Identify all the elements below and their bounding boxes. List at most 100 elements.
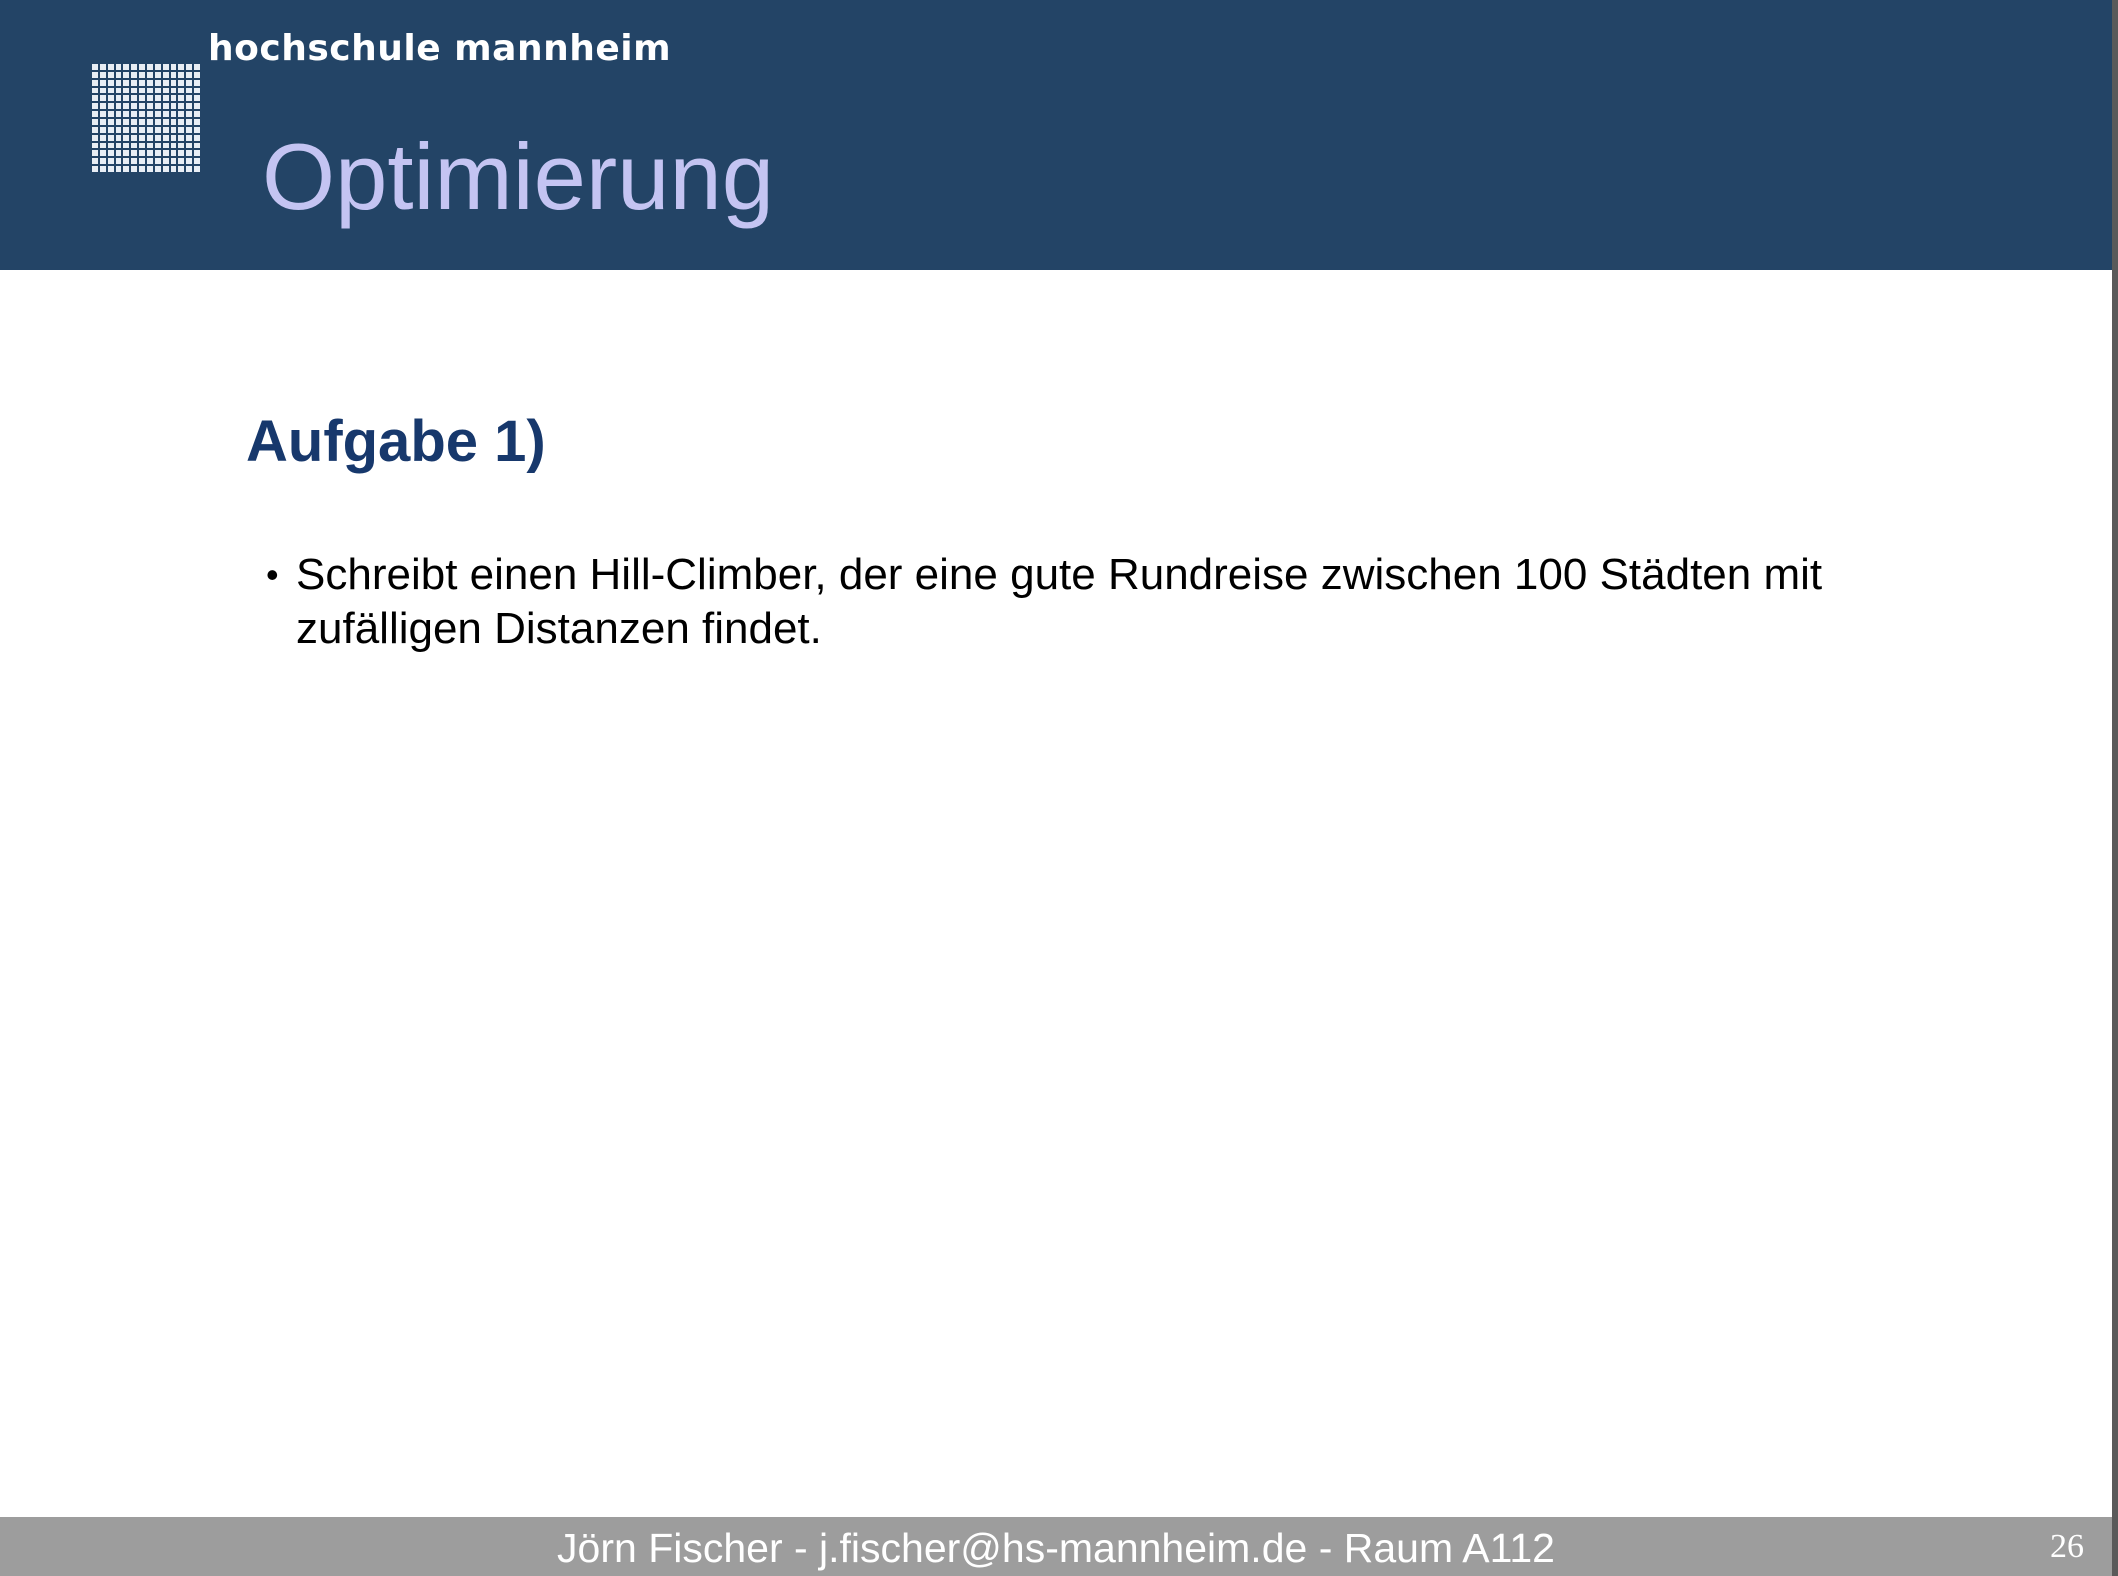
logo-dot [147,166,153,172]
logo-dot [154,142,161,149]
logo-dot [123,87,130,94]
logo-dot [115,95,122,102]
logo-dot [131,166,138,172]
logo-dot [92,158,98,165]
logo-dot [107,166,114,172]
logo-dot [107,134,114,141]
logo-dot [178,95,185,102]
logo-dot [162,87,169,94]
logo-dot [123,111,130,117]
logo-dot [178,166,185,172]
logo-dot [186,95,193,102]
logo-dot [178,103,185,110]
logo-dot [178,142,185,149]
logo-dot [99,158,106,165]
logo-dot [107,103,114,110]
logo-dot [139,134,145,141]
logo-dot [99,111,106,117]
logo-dot [154,95,161,102]
logo-dot [170,79,177,86]
logo-dot [123,119,130,125]
logo-dot [99,103,106,110]
logo-dot [178,71,185,78]
bullet-item: • Schreibt einen Hill-Climber, der eine … [266,548,1906,656]
logo-dot [99,95,106,102]
logo-dot [194,142,200,149]
logo-dot [131,79,138,86]
logo-dot [186,126,193,133]
logo-dot [186,71,193,78]
logo-dot [194,158,200,165]
logo-dot [194,87,200,94]
logo-dot [147,158,153,165]
logo-dot [115,71,122,78]
logo-dot [92,111,98,117]
logo-dot [162,111,169,117]
logo-dot [123,134,130,141]
logo-dot [115,87,122,94]
logo-dot [178,158,185,165]
logo-dot [107,126,114,133]
logo-dot [194,166,200,172]
logo-dot [107,150,114,157]
logo-dot [147,134,153,141]
logo-dot [123,166,130,172]
logo-dot [99,79,106,86]
logo-dot [99,119,106,125]
logo-dot [123,71,130,78]
logo-dot [92,142,98,149]
logo-dot [186,64,193,70]
logo-dot [107,79,114,86]
logo-dot [186,150,193,157]
logo-dot [131,150,138,157]
page-number: 26 [2050,1528,2084,1565]
logo-dot [123,64,130,70]
logo-dot [107,64,114,70]
logo-dot [178,134,185,141]
logo-dot [115,134,122,141]
logo-dot [107,87,114,94]
logo-dot [131,87,138,94]
logo-dot [99,87,106,94]
logo-dot [115,158,122,165]
slide-header: hochschule mannheim Optimierung [0,0,2112,270]
logo-dot [194,79,200,86]
logo-dot [123,142,130,149]
logo-dot [178,111,185,117]
logo-dot [170,126,177,133]
logo-dot [131,95,138,102]
logo-dot [170,95,177,102]
logo-dot [194,150,200,157]
footer-author-info: Jörn Fischer - j.fischer@hs-mannheim.de … [557,1525,1555,1571]
logo-dot [154,150,161,157]
logo-dot [131,103,138,110]
institution-name: hochschule mannheim [208,28,672,69]
logo-dot [154,79,161,86]
logo-dot [194,111,200,117]
section-heading: Aufgabe 1) [246,409,546,474]
logo-dot [139,79,145,86]
slide-title: Optimierung [262,124,774,229]
logo-dot [99,126,106,133]
logo-dot [92,166,98,172]
logo-dot [107,95,114,102]
logo-dot [147,150,153,157]
logo-dot [115,64,122,70]
logo-dot [178,64,185,70]
logo-dot [123,150,130,157]
logo-dot [123,103,130,110]
logo-dot [170,166,177,172]
bullet-text: Schreibt einen Hill-Climber, der eine gu… [296,550,1823,653]
logo-dot [92,103,98,110]
logo-dot [147,103,153,110]
logo-dot [115,79,122,86]
logo-dot [115,166,122,172]
logo-dot [162,103,169,110]
logo-dot [170,150,177,157]
logo-dot [154,134,161,141]
logo-dot [115,126,122,133]
logo-dot [92,71,98,78]
logo-dot [115,111,122,117]
logo-dot [115,119,122,125]
logo-dot [162,119,169,125]
